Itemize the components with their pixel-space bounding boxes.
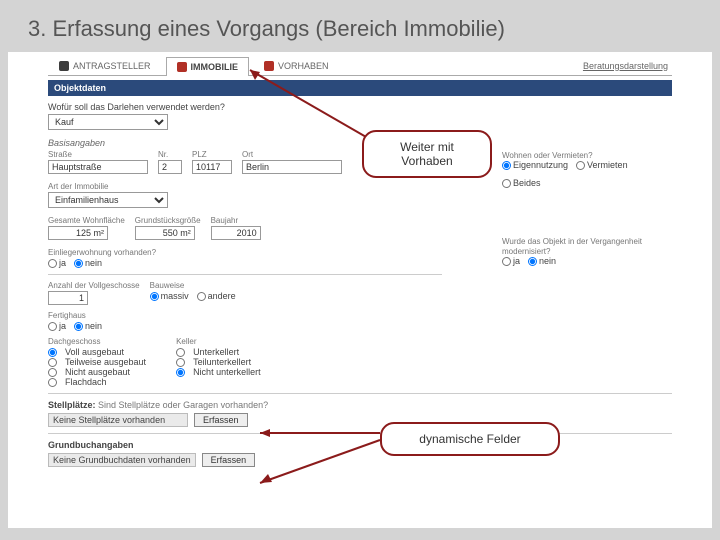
usage-question: Wofür soll das Darlehen verwendet werden… — [48, 102, 672, 112]
dach-flach[interactable]: Flachdach — [48, 377, 146, 387]
grund-header: Grundbuchangaben — [48, 440, 672, 450]
stell-header: Stellplätze: — [48, 400, 96, 410]
tab-antragsteller[interactable]: ANTRAGSTELLER — [48, 56, 162, 75]
person-icon — [59, 61, 69, 71]
target-icon — [264, 61, 274, 71]
tab-label: IMMOBILIE — [191, 62, 239, 72]
tab-bar: ANTRAGSTELLER IMMOBILIE VORHABEN Beratun… — [48, 52, 672, 76]
eigennutzung[interactable]: Eigennutzung — [502, 160, 568, 170]
basis-header: Basisangaben — [48, 138, 672, 148]
keller-nicht[interactable]: Nicht unterkellert — [176, 367, 261, 377]
bj-label: Baujahr — [211, 216, 261, 225]
dach-teil[interactable]: Teilweise ausgebaut — [48, 357, 146, 367]
bj-input[interactable] — [211, 226, 261, 240]
nr-label: Nr. — [158, 150, 182, 159]
section-header: Objektdaten — [48, 80, 672, 96]
stell-select[interactable]: Keine Stellplätze vorhanden — [48, 413, 188, 427]
stell-erfassen-button[interactable]: Erfassen — [194, 413, 248, 427]
elw-nein[interactable]: nein — [74, 258, 102, 268]
dach-label: Dachgeschoss — [48, 337, 146, 346]
elw-ja[interactable]: ja — [48, 258, 66, 268]
voll-input[interactable] — [48, 291, 88, 305]
gs-label: Grundstücksgröße — [135, 216, 201, 225]
fertig-label: Fertighaus — [48, 311, 442, 320]
fertig-ja[interactable]: ja — [48, 321, 66, 331]
strasse-label: Straße — [48, 150, 148, 159]
strasse-input[interactable] — [48, 160, 148, 174]
plz-input[interactable] — [192, 160, 232, 174]
nr-input[interactable] — [158, 160, 182, 174]
tab-immobilie[interactable]: IMMOBILIE — [166, 57, 250, 76]
grund-select[interactable]: Keine Grundbuchdaten vorhanden — [48, 453, 196, 467]
ort-input[interactable] — [242, 160, 342, 174]
wf-input[interactable] — [48, 226, 108, 240]
dach-voll[interactable]: Voll ausgebaut — [48, 347, 146, 357]
modern-label: Wurde das Objekt in der Vergangenheit mo… — [502, 237, 642, 256]
fertig-nein[interactable]: nein — [74, 321, 102, 331]
modern-ja[interactable]: ja — [502, 256, 520, 266]
bau-massiv[interactable]: massiv — [150, 291, 189, 301]
gs-input[interactable] — [135, 226, 195, 240]
stell-question: Sind Stellplätze oder Garagen vorhanden? — [98, 400, 268, 410]
wohnverm-label: Wohnen oder Vermieten? — [502, 151, 593, 160]
callout-dynamische-felder: dynamische Felder — [380, 422, 560, 456]
app-screenshot: ANTRAGSTELLER IMMOBILIE VORHABEN Beratun… — [8, 52, 712, 528]
tab-label: VORHABEN — [278, 61, 329, 71]
bau-label: Bauweise — [150, 281, 236, 290]
slide-title: 3. Erfassung eines Vorgangs (Bereich Imm… — [0, 0, 720, 52]
vermieten[interactable]: Vermieten — [576, 160, 628, 170]
grund-erfassen-button[interactable]: Erfassen — [202, 453, 256, 467]
plz-label: PLZ — [192, 150, 232, 159]
art-select[interactable]: Einfamilienhaus — [48, 192, 168, 208]
house-icon — [177, 62, 187, 72]
callout-weiter-vorhaben: Weiter mitVorhaben — [362, 130, 492, 178]
keller-unter[interactable]: Unterkellert — [176, 347, 261, 357]
bau-andere[interactable]: andere — [197, 291, 236, 301]
voll-label: Anzahl der Vollgeschosse — [48, 281, 140, 290]
dach-nicht[interactable]: Nicht ausgebaut — [48, 367, 146, 377]
modern-nein[interactable]: nein — [528, 256, 556, 266]
tab-vorhaben[interactable]: VORHABEN — [253, 56, 340, 75]
beides[interactable]: Beides — [502, 178, 541, 188]
wf-label: Gesamte Wohnfläche — [48, 216, 125, 225]
elw-label: Einliegerwohnung vorhanden? — [48, 248, 442, 257]
usage-select[interactable]: Kauf — [48, 114, 168, 130]
art-label: Art der Immobilie — [48, 182, 442, 191]
keller-label: Keller — [176, 337, 261, 346]
beratung-link[interactable]: Beratungsdarstellung — [583, 61, 672, 71]
tab-label: ANTRAGSTELLER — [73, 61, 151, 71]
ort-label: Ort — [242, 150, 342, 159]
keller-teil[interactable]: Teilunterkellert — [176, 357, 261, 367]
